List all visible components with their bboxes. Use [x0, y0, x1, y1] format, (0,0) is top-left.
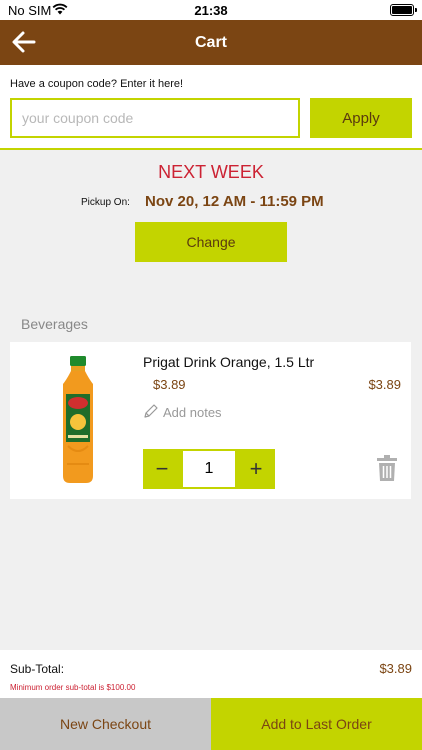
add-to-last-order-button[interactable]: Add to Last Order [211, 698, 422, 750]
coupon-prompt: Have a coupon code? Enter it here! [10, 78, 184, 90]
coupon-section: Have a coupon code? Enter it here! Apply [0, 65, 422, 150]
pickup-week: NEXT WEEK [158, 162, 264, 182]
new-checkout-button[interactable]: New Checkout [0, 698, 211, 750]
trash-icon[interactable] [376, 454, 398, 482]
quantity-value[interactable]: 1 [183, 451, 235, 487]
unit-price: $3.89 [153, 377, 186, 392]
subtotal-label: Sub-Total: [10, 662, 65, 676]
product-name[interactable]: Prigat Drink Orange, 1.5 Ltr [143, 354, 314, 370]
add-notes-link[interactable]: Add notes [143, 403, 222, 420]
quantity-stepper: − 1 + [143, 449, 275, 489]
pickup-date: Nov 20, 12 AM - 11:59 PM [145, 193, 324, 210]
line-total: $3.89 [368, 377, 401, 392]
decrease-quantity-button[interactable]: − [143, 449, 181, 489]
minimum-order-note: Minimum order sub-total is $100.00 [10, 683, 136, 692]
subtotal-value: $3.89 [379, 661, 412, 676]
footer-actions: New Checkout Add to Last Order [0, 698, 422, 750]
increase-quantity-button[interactable]: + [237, 449, 275, 489]
apply-button[interactable]: Apply [310, 98, 412, 138]
battery-icon [390, 4, 417, 16]
nav-bar: Cart [0, 20, 422, 65]
pencil-icon [144, 404, 158, 418]
pickup-label: Pickup On: [81, 197, 130, 208]
add-notes-label: Add notes [163, 405, 222, 420]
page-title: Cart [194, 34, 227, 51]
subtotal-bar: Sub-Total: $3.89 Minimum order sub-total… [0, 650, 422, 698]
change-pickup-button[interactable]: Change [135, 222, 287, 262]
cart-item: Prigat Drink Orange, 1.5 Ltr $3.89 $3.89… [10, 342, 411, 499]
clock: 21:38 [194, 3, 228, 18]
category-title: Beverages [21, 316, 88, 332]
coupon-code-input[interactable] [10, 98, 300, 138]
product-image [63, 356, 93, 483]
status-bar: No SIM 21:38 [0, 0, 422, 20]
